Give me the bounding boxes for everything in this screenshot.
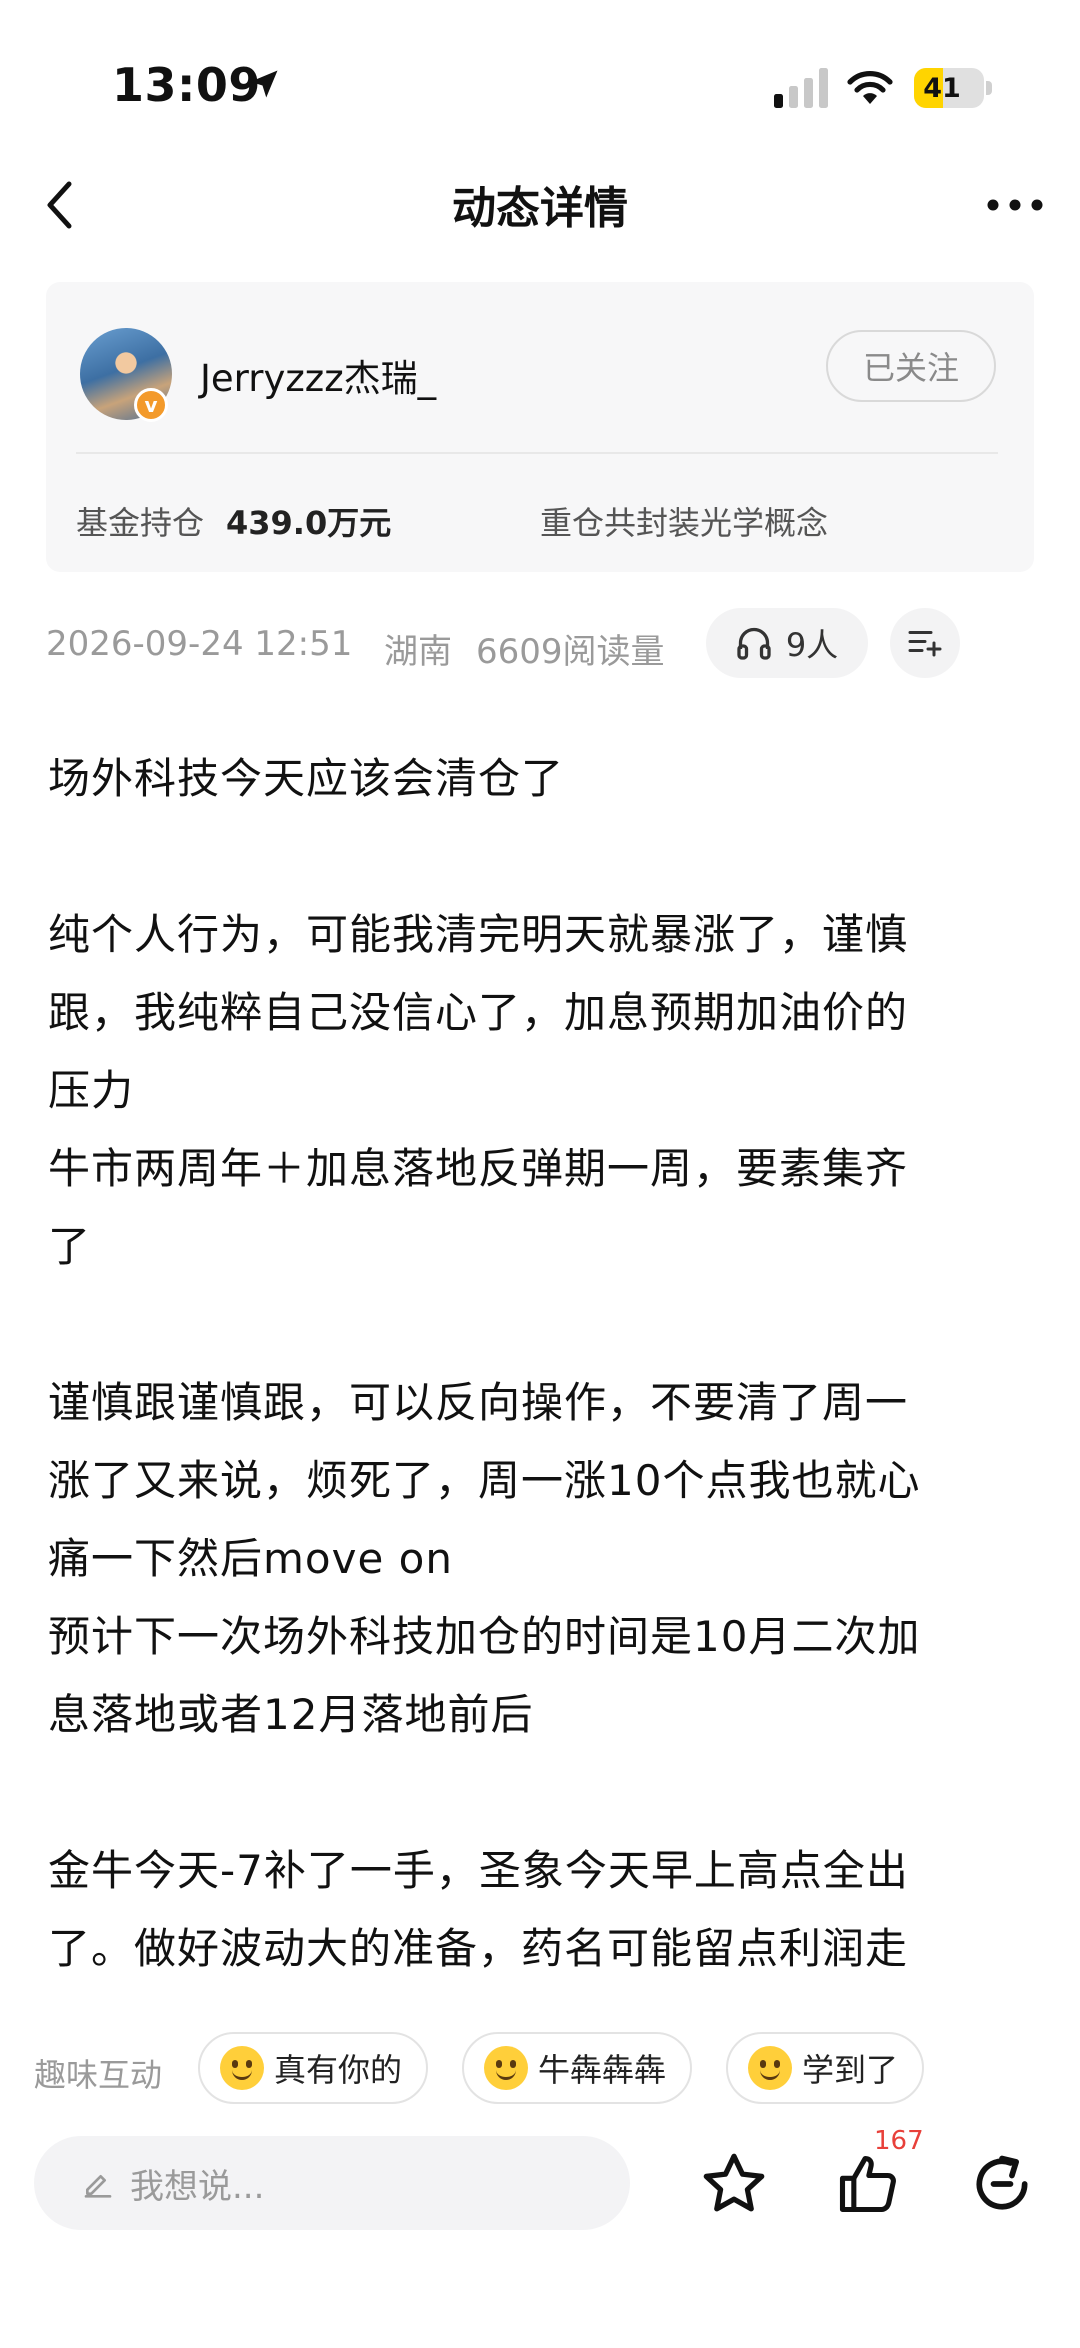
headphones-icon [737, 627, 771, 660]
reaction-chip-3[interactable]: 学到了 [726, 2032, 925, 2104]
post-line: 了 [48, 1988, 1038, 2008]
cellular-signal-icon [774, 68, 828, 108]
reaction-chip-1[interactable]: 真有你的 [198, 2032, 429, 2104]
pencil-icon [84, 2175, 112, 2198]
post-date: 2026-09-24 12:51 [46, 624, 353, 664]
post-line: 预计下一次场外科技加仓的时间是10月二次加 [48, 1612, 921, 1661]
listen-button[interactable]: 9人 [706, 608, 868, 678]
holding-value: 439.0万元 [226, 504, 392, 542]
post-line: 场外科技今天应该会清仓了 [48, 754, 565, 803]
holding-tag[interactable]: 重仓共封装光学概念 [540, 498, 828, 544]
thumbs-up-icon [839, 2155, 896, 2213]
post-line [48, 818, 1038, 896]
post-line: 涨了又来说，烦死了，周一涨10个点我也就心 [48, 1456, 921, 1505]
battery-indicator: 41 [914, 68, 984, 108]
reactions-label: 趣味互动 [34, 2056, 163, 2094]
post-line [48, 1286, 1038, 1364]
reaction-label-2: 牛犇犇犇 [538, 2051, 667, 2089]
favorite-button[interactable] [696, 2146, 772, 2222]
comment-placeholder: 我想说... [130, 2166, 265, 2207]
add-to-playlist-button[interactable] [890, 608, 960, 678]
status-time: 13:09 [112, 58, 261, 112]
reaction-chip-2[interactable]: 牛犇犇犇 [462, 2032, 693, 2104]
playlist-add-icon [908, 631, 942, 657]
follow-button[interactable]: 已关注 [826, 330, 996, 402]
page-title: 动态详情 [452, 183, 628, 234]
card-divider [76, 452, 998, 454]
username[interactable]: Jerryzzz杰瑞_ [200, 348, 436, 402]
post-line [48, 1754, 1038, 1832]
slight-smile-emoji-icon [748, 2046, 792, 2090]
reaction-label-1: 真有你的 [274, 2051, 403, 2089]
listener-count: 9人 [785, 626, 839, 664]
post-line: 了。做好波动大的准备，药名可能留点利润走 [48, 1924, 909, 1973]
post-region: 湖南 [384, 632, 452, 672]
star-icon [703, 2153, 765, 2212]
post-body: 场外科技今天应该会清仓了纯个人行为，可能我清完明天就暴涨了，谨慎 跟，我纯粹自己没… [48, 740, 1038, 2008]
post-line: 金牛今天-7补了一手，圣象今天早上高点全出 [48, 1846, 909, 1895]
post-line: 纯个人行为，可能我清完明天就暴涨了，谨慎 [48, 910, 909, 959]
more-dots-icon [987, 199, 1043, 211]
battery-percent: 41 [923, 72, 961, 104]
chevron-left-icon [47, 181, 72, 229]
share-button[interactable] [964, 2146, 1040, 2222]
location-arrow-icon [250, 70, 278, 98]
post-line: 牛市两周年＋加息落地反弹期一周，要素集齐 [48, 1144, 909, 1193]
verified-badge-icon: v [134, 388, 168, 422]
wifi-icon [847, 71, 893, 104]
post-line: 息落地或者12月落地前后 [48, 1690, 534, 1739]
comment-input[interactable]: 我想说... [34, 2136, 630, 2230]
post-line: 谨慎跟谨慎跟，可以反向操作，不要清了周一 [48, 1378, 909, 1427]
more-button[interactable] [980, 180, 1050, 230]
back-button[interactable] [34, 170, 84, 240]
share-icon [976, 2155, 1028, 2210]
post-line: 了 [48, 1222, 92, 1271]
post-line: 痛一下然后move on [48, 1534, 453, 1583]
battery-cap [986, 81, 992, 95]
like-count: 167 [874, 2126, 924, 2156]
read-count: 6609阅读量 [476, 632, 665, 672]
post-line: 跟，我纯粹自己没信心了，加息预期加油价的 [48, 988, 909, 1037]
laughing-emoji-icon [220, 2046, 264, 2090]
smiling-emoji-icon [484, 2046, 528, 2090]
holding-label: 基金持仓 [76, 504, 205, 542]
post-line: 压力 [48, 1066, 135, 1115]
like-button[interactable] [830, 2146, 906, 2222]
reaction-label-3: 学到了 [802, 2051, 899, 2089]
